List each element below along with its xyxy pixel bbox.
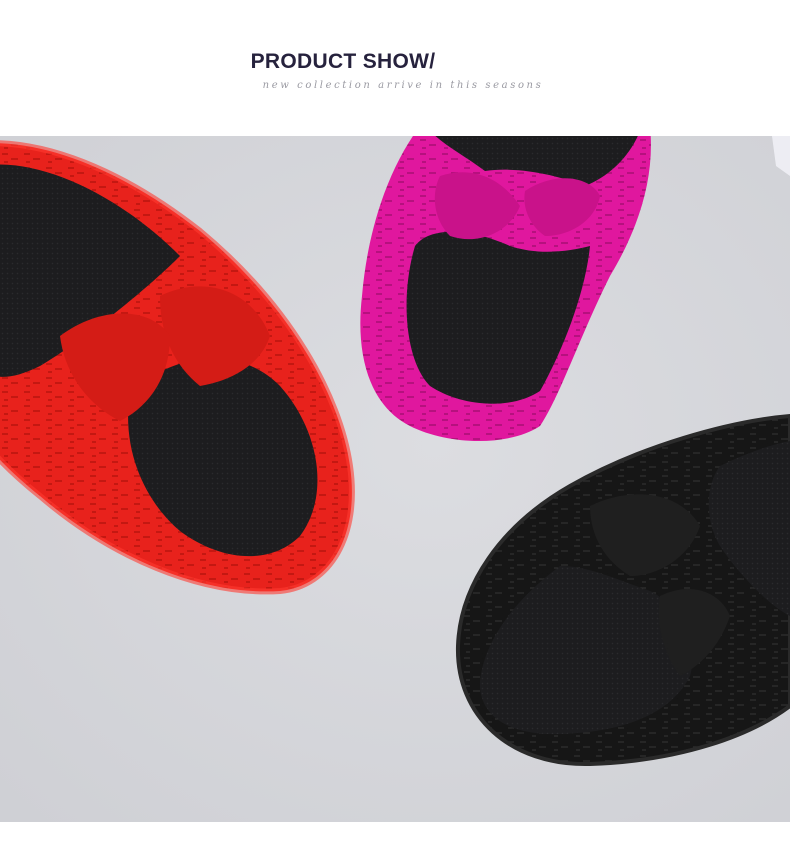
section-subtitle: new collection arrive in this seasons bbox=[262, 80, 544, 91]
page-header: PRODUCT SHOW/ new collection arrive in t… bbox=[0, 0, 790, 136]
section-title: PRODUCT SHOW/ bbox=[250, 50, 436, 73]
page-footer bbox=[0, 822, 790, 858]
product-photo bbox=[0, 126, 790, 822]
